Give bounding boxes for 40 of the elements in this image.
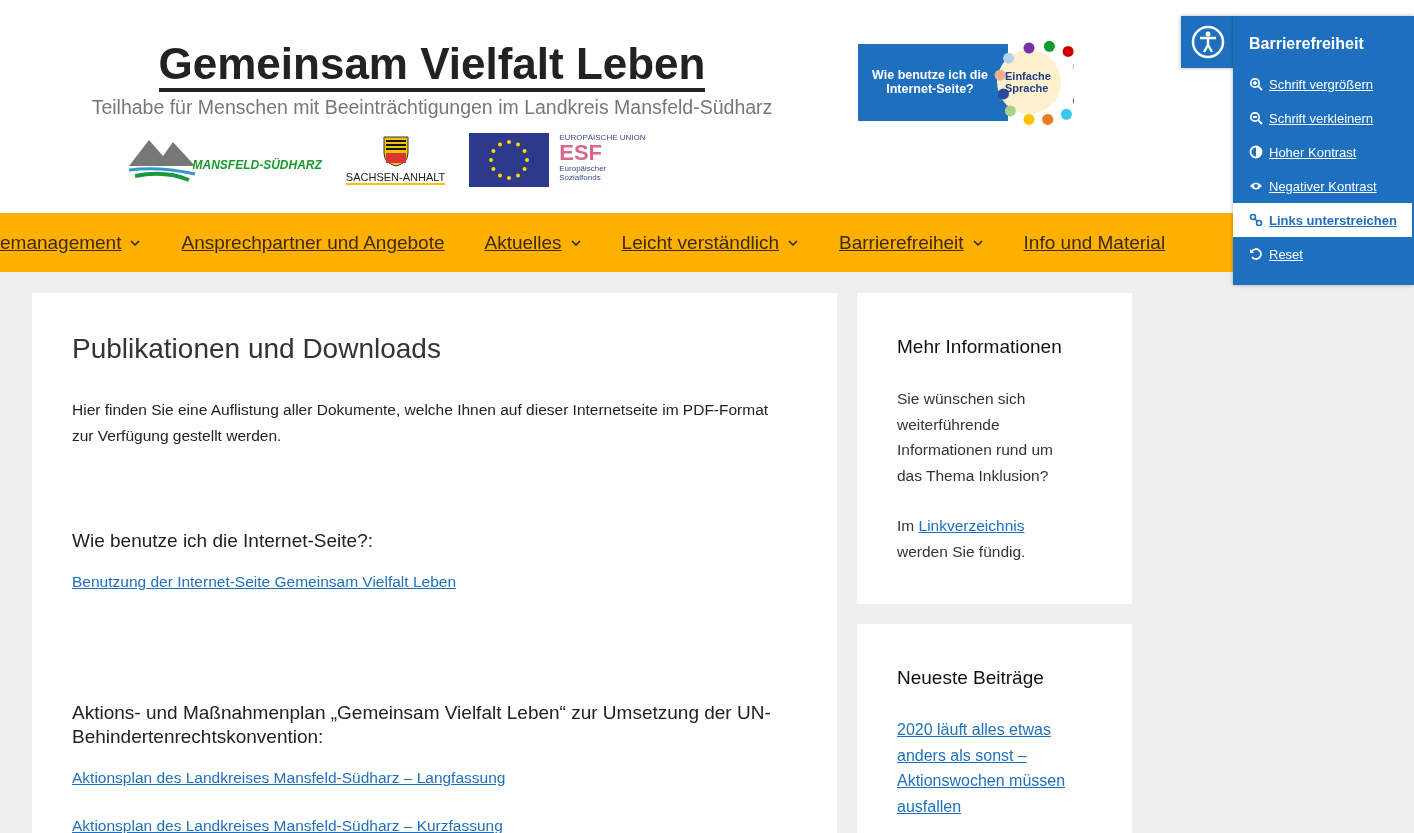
zoom-out-icon bbox=[1249, 111, 1263, 125]
panel-title: Barrierefreiheit bbox=[1248, 34, 1365, 54]
nav-item[interactable]: Leicht verständlich bbox=[621, 231, 799, 254]
document-link[interactable]: Aktionsplan des Landkreises Mansfeld-Südharz – Langfassung bbox=[72, 769, 506, 787]
accessibility-option[interactable]: Links unterstreichen bbox=[1233, 203, 1412, 237]
nav-item[interactable]: Aktuelles bbox=[484, 231, 582, 254]
nav-item[interactable]: Barrierefreiheit bbox=[839, 231, 984, 254]
coat-of-arms-icon bbox=[381, 135, 410, 167]
district-logo: MANSFELD-SÜDHARZ bbox=[128, 136, 322, 184]
zoom-in-icon bbox=[1249, 77, 1263, 91]
accessibility-option[interactable]: Schrift vergrößern bbox=[1233, 67, 1412, 101]
eu-logo: EUROPÄISCHE UNION ESF Europäischer Sozialfonds bbox=[469, 133, 646, 187]
widget-title: Neueste Beiträge bbox=[897, 667, 1045, 689]
eu-flag-icon bbox=[469, 133, 550, 187]
widget-text: Im Linkverzeichnis werden Sie fündig. bbox=[897, 516, 1027, 562]
accessibility-option[interactable]: Schrift verkleinern bbox=[1233, 101, 1412, 135]
nav-item[interactable]: emanagement bbox=[0, 231, 142, 254]
site-title[interactable]: Gemeinsam Vielfalt Leben bbox=[158, 40, 706, 92]
accessibility-icon bbox=[1190, 25, 1225, 59]
link-icon bbox=[1249, 213, 1263, 227]
contrast-icon bbox=[1249, 145, 1263, 159]
state-logo: SACHSEN-ANHALT bbox=[345, 135, 446, 185]
section-heading: Aktions- und Maßnahmenplan „Gemeinsam Vielfalt Leben“ zur Umsetzung der UN-Behindertenrechtskonvention: bbox=[72, 701, 772, 749]
intro-text: Hier finden Sie eine Auflistung aller Dokumente, welche Ihnen auf dieser Internetseite im PDF-Format zur Verfügung gestellt werden. bbox=[72, 400, 770, 446]
reset-icon bbox=[1249, 247, 1263, 261]
accessibility-option[interactable]: Negativer Kontrast bbox=[1233, 169, 1412, 203]
accessibility-option[interactable]: Reset bbox=[1233, 237, 1412, 271]
widget-text: Sie wünschen sich weiterführende Informationen rund um das Thema Inklusion? bbox=[897, 389, 1054, 486]
section-heading: Wie benutze ich die Internet-Seite?: bbox=[72, 529, 373, 553]
widget-title: Mehr Informationen bbox=[897, 336, 1063, 358]
document-link[interactable]: Benutzung der Internet-Seite Gemeinsam Vielfalt Leben bbox=[72, 573, 456, 591]
accessibility-option[interactable]: Hoher Kontrast bbox=[1233, 135, 1412, 169]
page-title: Publikationen und Downloads bbox=[72, 333, 441, 365]
nav-item[interactable]: Ansprechpartner und Angebote bbox=[181, 231, 445, 254]
easy-language-label: Einfache Sprache bbox=[1005, 70, 1052, 94]
site-subtitle: Teilhabe für Menschen mit Beeinträchtigungen im Landkreis Mansfeld-Südharz bbox=[91, 96, 773, 119]
link[interactable]: Linkverzeichnis bbox=[918, 517, 1025, 534]
accessibility-button[interactable] bbox=[1181, 16, 1234, 68]
post-link[interactable]: 2020 läuft alles etwas anders als sonst – Aktionswochen müssen ausfallen bbox=[897, 717, 1082, 819]
nav-item[interactable]: Info und Material bbox=[1023, 231, 1166, 254]
